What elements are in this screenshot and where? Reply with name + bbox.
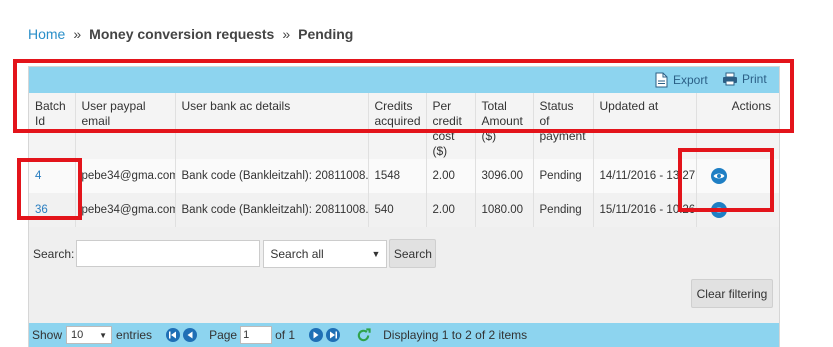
search-label: Search: <box>33 246 75 261</box>
page-number-input[interactable]: 1 <box>240 326 273 344</box>
credits-cell: 1548 <box>368 159 427 193</box>
credits-cell: 540 <box>368 193 427 227</box>
bank-details-cell: Bank code (Bankleitzahl): 20811008... <box>175 193 369 227</box>
paypal-email-cell: pebe34@gma.com <box>75 193 176 227</box>
entries-label: entries <box>116 328 153 342</box>
page-count-label: of 1 <box>275 328 296 342</box>
actions-cell <box>696 193 779 227</box>
export-icon <box>655 72 668 88</box>
breadcrumb-separator: » <box>282 26 291 42</box>
status-cell: Pending <box>533 159 594 193</box>
breadcrumb: Home » Money conversion requests » Pending <box>28 26 353 42</box>
search-scope-select[interactable]: Search all ▼ <box>263 239 388 268</box>
table-row: 36 pebe34@gma.com Bank code (Bankleitzah… <box>29 193 779 227</box>
grid-panel: Export Print Batch Id User paypal email … <box>28 66 780 347</box>
search-bar: Search: Search all ▼ Search <box>33 239 437 268</box>
bank-details-cell: Bank code (Bankleitzahl): 20811008... <box>175 159 369 193</box>
view-eye-icon[interactable] <box>710 202 727 218</box>
next-page-icon[interactable] <box>309 328 324 342</box>
updated-at-cell: 15/11/2016 - 10:26 <box>593 193 697 227</box>
actions-cell <box>696 159 779 193</box>
clear-filtering-button[interactable]: Clear filtering <box>691 279 773 308</box>
per-credit-cost-cell: 2.00 <box>426 159 476 193</box>
view-eye-icon[interactable] <box>710 168 727 184</box>
print-label: Print <box>742 72 767 86</box>
column-header-status[interactable]: Status of payment <box>533 93 594 159</box>
grid-toolbar: Export Print <box>29 67 779 93</box>
breadcrumb-current: Pending <box>298 26 354 42</box>
page-size-select[interactable]: 10 ▼ <box>66 326 113 344</box>
column-header-actions: Actions <box>696 93 779 159</box>
per-credit-cost-cell: 2.00 <box>426 193 476 227</box>
print-button[interactable]: Print <box>722 72 767 86</box>
search-input[interactable] <box>76 240 261 267</box>
export-button[interactable]: Export <box>654 72 708 88</box>
column-header-updated-at[interactable]: Updated at <box>593 93 697 159</box>
column-header-batch-id[interactable]: Batch Id <box>29 93 76 159</box>
previous-page-icon[interactable] <box>183 328 198 342</box>
column-header-bank-details[interactable]: User bank ac details <box>175 93 369 159</box>
breadcrumb-home-link[interactable]: Home <box>28 26 65 42</box>
requests-table: Batch Id User paypal email User bank ac … <box>29 93 779 227</box>
dropdown-arrow-icon: ▼ <box>371 248 381 259</box>
column-header-per-credit-cost[interactable]: Per credit cost ($) <box>426 93 476 159</box>
status-cell: Pending <box>533 193 594 227</box>
updated-at-cell: 14/11/2016 - 13:27 <box>593 159 697 193</box>
first-page-icon[interactable] <box>166 328 181 342</box>
refresh-icon[interactable] <box>356 327 371 343</box>
dropdown-arrow-icon: ▼ <box>99 330 108 340</box>
batch-id-link[interactable]: 36 <box>35 204 48 216</box>
search-button[interactable]: Search <box>389 239 437 268</box>
total-amount-cell: 3096.00 <box>475 159 534 193</box>
printer-icon <box>723 72 737 86</box>
last-page-icon[interactable] <box>326 328 341 342</box>
batch-id-link[interactable]: 4 <box>35 170 41 182</box>
page-number-value: 1 <box>243 329 250 341</box>
search-scope-value: Search all <box>270 246 324 261</box>
column-header-credits[interactable]: Credits acquired <box>368 93 427 159</box>
column-header-total-amount[interactable]: Total Amount ($) <box>475 93 534 159</box>
export-label: Export <box>673 73 708 87</box>
show-label: Show <box>32 328 63 342</box>
total-amount-cell: 1080.00 <box>475 193 534 227</box>
column-header-paypal-email[interactable]: User paypal email <box>75 93 176 159</box>
table-row: 4 pebe34@gma.com Bank code (Bankleitzahl… <box>29 159 779 193</box>
breadcrumb-separator: » <box>73 26 82 42</box>
page-size-value: 10 <box>71 329 84 341</box>
page-label: Page <box>209 328 238 342</box>
breadcrumb-section-link[interactable]: Money conversion requests <box>89 26 274 42</box>
paypal-email-cell: pebe34@gma.com <box>75 159 176 193</box>
table-header-row: Batch Id User paypal email User bank ac … <box>29 93 779 159</box>
display-status: Displaying 1 to 2 of 2 items <box>383 328 528 342</box>
pager-bar: Show 10 ▼ entries Page 1 of 1 Displaying… <box>29 323 779 347</box>
